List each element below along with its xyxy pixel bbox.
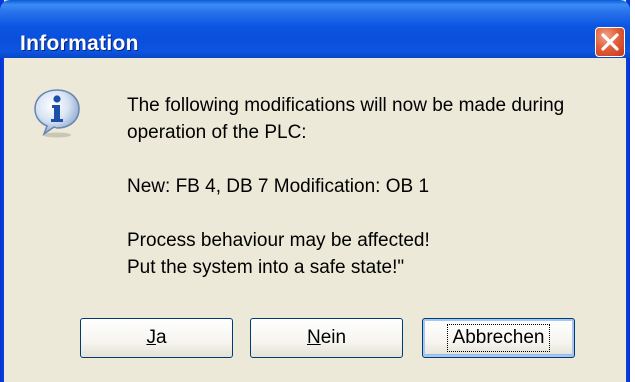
message-line: The following modifications will now be … (127, 95, 565, 116)
yes-button-mnemonic: J (146, 327, 156, 348)
cancel-button-label: Abbrechen (446, 324, 551, 352)
message-line: New: FB 4, DB 7 Modification: OB 1 (127, 176, 430, 197)
information-dialog: Information The following modifications … (0, 0, 630, 382)
message-line: Process behaviour may be affected! (127, 230, 430, 251)
no-button[interactable]: Nein (250, 318, 403, 358)
message-line: Put the system into a safe state!" (127, 257, 405, 278)
no-button-mnemonic: N (306, 327, 321, 348)
cancel-button[interactable]: Abbrechen (422, 318, 575, 358)
info-icon (34, 89, 80, 138)
yes-button[interactable]: Ja (80, 318, 233, 358)
yes-button-label: a (155, 327, 167, 348)
close-button[interactable] (595, 27, 625, 57)
no-button-label: ein (320, 327, 347, 348)
message-line: operation of the PLC: (127, 122, 307, 143)
message-text: The following modifications will now be … (127, 92, 627, 281)
dialog-title: Information (20, 32, 139, 55)
close-icon (601, 33, 619, 51)
title-bar[interactable]: Information (0, 0, 630, 58)
